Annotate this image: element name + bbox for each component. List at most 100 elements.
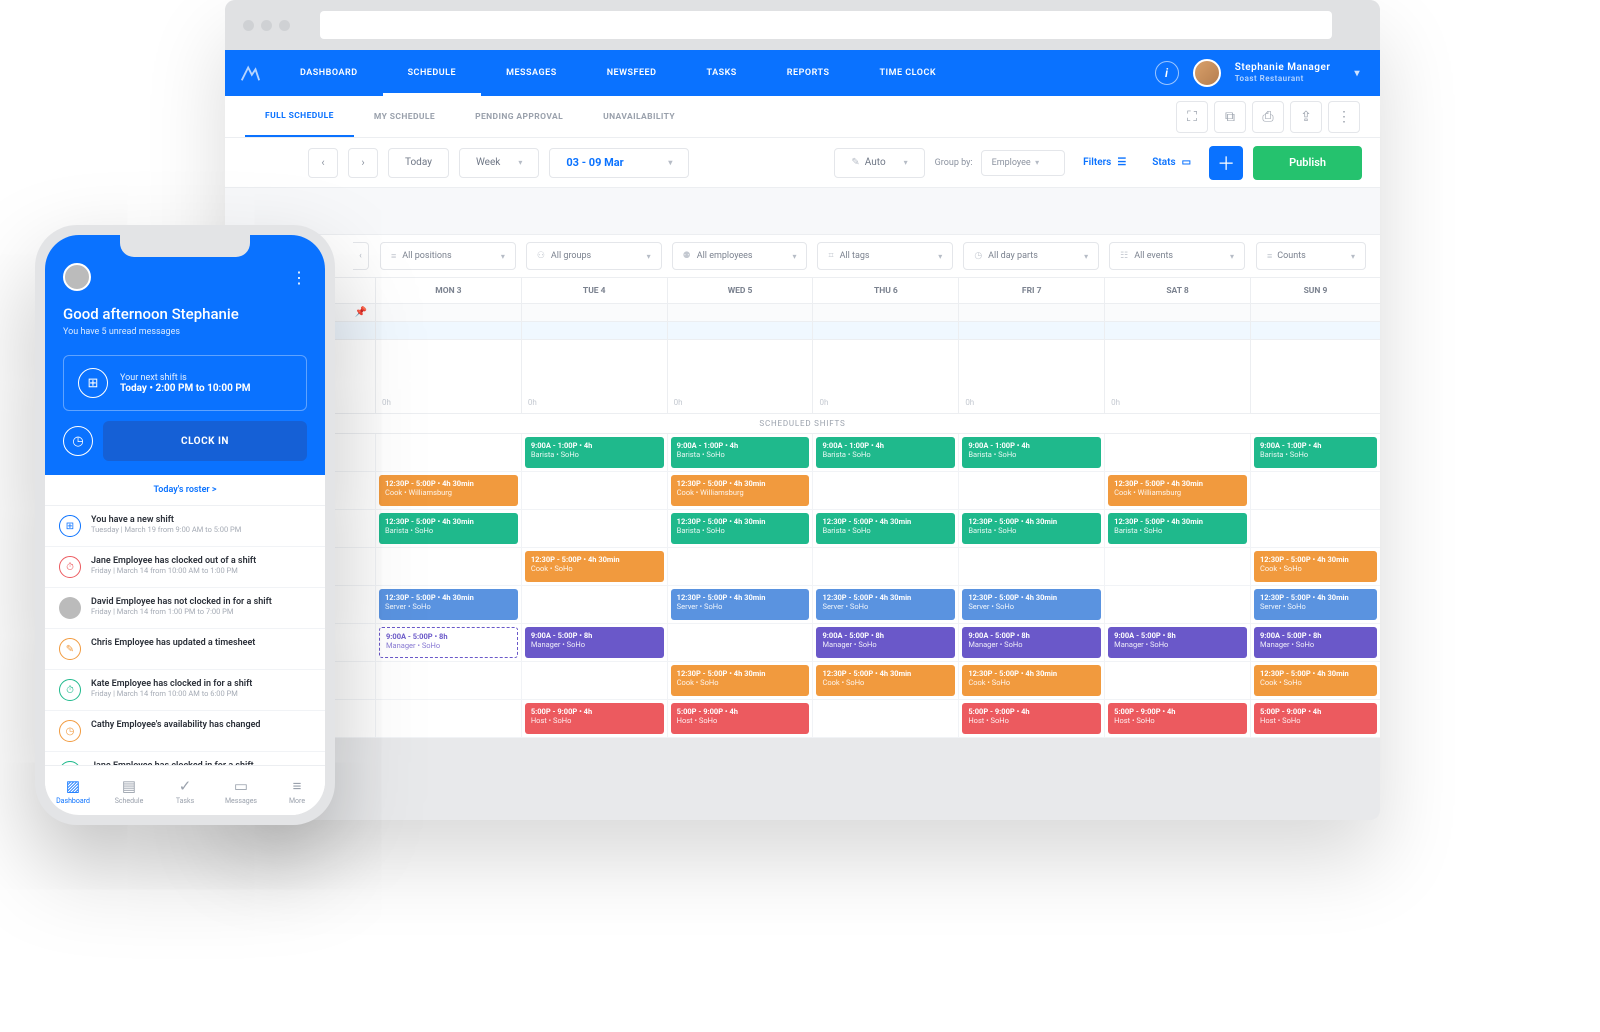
today-button[interactable]: Today: [388, 148, 449, 178]
feed-item[interactable]: David Employee has not clocked in for a …: [45, 588, 325, 629]
auto-select[interactable]: ✎Auto▾: [834, 148, 924, 178]
shift-block[interactable]: 12:30P - 5:00P • 4h 30minCook • SoHo: [1254, 551, 1377, 582]
date-range-picker[interactable]: 03 - 09 Mar▾: [549, 148, 689, 178]
feed-item[interactable]: ◷Cathy Employee's availability has chang…: [45, 711, 325, 752]
next-shift-label: Your next shift is: [120, 373, 251, 383]
shift-block[interactable]: 12:30P - 5:00P • 4h 30minCook • SoHo: [1254, 665, 1377, 696]
print-icon[interactable]: ⎙: [1252, 101, 1284, 133]
group-by-select[interactable]: Employee ▾: [981, 150, 1066, 176]
shift-block[interactable]: 9:00A - 5:00P • 8hManager • SoHo: [1108, 627, 1247, 658]
topnav-tab-reports[interactable]: REPORTS: [762, 50, 855, 96]
shift-block[interactable]: 9:00A - 5:00P • 8hManager • SoHo: [525, 627, 664, 658]
roster-link[interactable]: Today's roster >: [45, 475, 325, 506]
shift-block[interactable]: 12:30P - 5:00P • 4h 30minServer • SoHo: [962, 589, 1101, 620]
shift-block[interactable]: 9:00A - 1:00P • 4hBarista • SoHo: [671, 437, 810, 468]
shift-block[interactable]: 12:30P - 5:00P • 4h 30minCook • SoHo: [816, 665, 955, 696]
user-avatar[interactable]: [1193, 59, 1221, 87]
user-org: Toast Restaurant: [1235, 74, 1331, 84]
shift-block[interactable]: 12:30P - 5:00P • 4h 30minBarista • SoHo: [1108, 513, 1247, 544]
topnav-tab-tasks[interactable]: TASKS: [682, 50, 762, 96]
filter-all-employees[interactable]: ⚉All employees▾: [672, 242, 808, 270]
filter-all-tags[interactable]: ⌗All tags▾: [817, 242, 953, 270]
shift-block[interactable]: 5:00P - 9:00P • 4hHost • SoHo: [1254, 703, 1377, 734]
info-icon[interactable]: i: [1155, 61, 1179, 85]
publish-button[interactable]: Publish: [1253, 146, 1362, 180]
mobile-more-icon[interactable]: ⋮: [291, 268, 307, 287]
shift-block[interactable]: 12:30P - 5:00P • 4h 30minServer • SoHo: [1254, 589, 1377, 620]
clock-in-button[interactable]: CLOCK IN: [103, 421, 307, 461]
mobile-avatar[interactable]: [63, 263, 91, 291]
shift-block[interactable]: 12:30P - 5:00P • 4h 30minCook • Williams…: [1108, 475, 1247, 506]
feed-item[interactable]: ⊞You have a new shiftTuesday | March 19 …: [45, 506, 325, 547]
mobile-tab-dashboard[interactable]: ▨Dashboard: [45, 766, 101, 815]
prev-week-button[interactable]: ‹: [308, 148, 338, 178]
stats-button[interactable]: Stats▭: [1144, 157, 1199, 168]
subnav-tab-unavailability[interactable]: UNAVAILABILITY: [583, 96, 695, 137]
counts-select[interactable]: ≡Counts▾: [1256, 242, 1366, 270]
desktop-app-window: DASHBOARDSCHEDULEMESSAGESNEWSFEEDTASKSRE…: [225, 0, 1380, 820]
subnav-tab-full-schedule[interactable]: FULL SCHEDULE: [245, 96, 354, 137]
filter-all-day-parts[interactable]: ◷All day parts▾: [963, 242, 1099, 270]
day-header: SAT 8: [1104, 278, 1250, 303]
export-icon[interactable]: ⇪: [1290, 101, 1322, 133]
filter-all-events[interactable]: ☷All events▾: [1109, 242, 1245, 270]
feed-item[interactable]: ⏱Jane Employee has clocked out of a shif…: [45, 547, 325, 588]
shift-block[interactable]: 9:00A - 1:00P • 4hBarista • SoHo: [816, 437, 955, 468]
copy-icon[interactable]: ⧉: [1214, 101, 1246, 133]
topnav-tab-time-clock[interactable]: TIME CLOCK: [854, 50, 961, 96]
schedule-body: 📌 0h0h0h0h0h0h SCHEDULED SHIFTS 9:00A - …: [225, 304, 1380, 738]
mobile-tab-tasks[interactable]: ✓Tasks: [157, 766, 213, 815]
shift-block[interactable]: 5:00P - 9:00P • 4hHost • SoHo: [1108, 703, 1247, 734]
subnav-tab-pending-approval[interactable]: PENDING APPROVAL: [455, 96, 583, 137]
shift-block[interactable]: 5:00P - 9:00P • 4hHost • SoHo: [962, 703, 1101, 734]
feed-item[interactable]: ⏱Kate Employee has clocked in for a shif…: [45, 670, 325, 711]
topnav-tab-schedule[interactable]: SCHEDULE: [383, 50, 482, 96]
shift-block[interactable]: 5:00P - 9:00P • 4hHost • SoHo: [525, 703, 664, 734]
shift-block[interactable]: 9:00A - 5:00P • 8hManager • SoHo: [379, 627, 518, 658]
shift-block[interactable]: 12:30P - 5:00P • 4h 30minServer • SoHo: [671, 589, 810, 620]
shift-block[interactable]: 12:30P - 5:00P • 4h 30minBarista • SoHo: [671, 513, 810, 544]
add-shift-button[interactable]: ＋: [1209, 146, 1243, 180]
shift-block[interactable]: 12:30P - 5:00P • 4h 30minCook • SoHo: [962, 665, 1101, 696]
chevron-down-icon[interactable]: ▾: [1354, 68, 1360, 79]
mobile-tab-schedule[interactable]: ▤Schedule: [101, 766, 157, 815]
subnav-tab-my-schedule[interactable]: MY SCHEDULE: [354, 96, 455, 137]
address-bar[interactable]: [320, 11, 1332, 39]
shift-block[interactable]: 9:00A - 1:00P • 4hBarista • SoHo: [962, 437, 1101, 468]
shift-block[interactable]: 9:00A - 1:00P • 4hBarista • SoHo: [525, 437, 664, 468]
shift-row: 9:00A - 5:00P • 8hManager • SoHo9:00A - …: [225, 624, 1380, 662]
filters-button[interactable]: Filters☰: [1075, 157, 1134, 168]
filter-all-positions[interactable]: ≡All positions▾: [380, 242, 516, 270]
topnav-tab-messages[interactable]: MESSAGES: [481, 50, 582, 96]
collapse-left-button[interactable]: ‹: [353, 242, 369, 270]
traffic-lights: [243, 20, 290, 31]
shift-block[interactable]: 5:00P - 9:00P • 4hHost • SoHo: [671, 703, 810, 734]
shift-block[interactable]: 12:30P - 5:00P • 4h 30minCook • Williams…: [671, 475, 810, 506]
shift-block[interactable]: 9:00A - 5:00P • 8hManager • SoHo: [1254, 627, 1377, 658]
shift-block[interactable]: 12:30P - 5:00P • 4h 30minCook • SoHo: [525, 551, 664, 582]
feed-item[interactable]: ✎Chris Employee has updated a timesheet: [45, 629, 325, 670]
more-icon[interactable]: ⋮: [1328, 101, 1360, 133]
shift-block[interactable]: 9:00A - 1:00P • 4hBarista • SoHo: [1254, 437, 1377, 468]
shift-block[interactable]: 12:30P - 5:00P • 4h 30minBarista • SoHo: [379, 513, 518, 544]
shift-block[interactable]: 12:30P - 5:00P • 4h 30minServer • SoHo: [379, 589, 518, 620]
group-by-label: Group by:: [935, 158, 973, 168]
shift-block[interactable]: 9:00A - 5:00P • 8hManager • SoHo: [816, 627, 955, 658]
fullscreen-icon[interactable]: ⛶: [1176, 101, 1208, 133]
topnav-tab-dashboard[interactable]: DASHBOARD: [275, 50, 383, 96]
filters-row: ‹ ≡All positions▾ ⚇All groups▾ ⚉All employ…: [225, 234, 1380, 278]
filter-all-groups[interactable]: ⚇All groups▾: [526, 242, 662, 270]
next-week-button[interactable]: ›: [348, 148, 378, 178]
period-select[interactable]: Week▾: [459, 148, 539, 178]
shift-block[interactable]: 12:30P - 5:00P • 4h 30minCook • SoHo: [671, 665, 810, 696]
mobile-tab-more[interactable]: ≡More: [269, 766, 325, 815]
user-menu[interactable]: Stephanie Manager Toast Restaurant: [1235, 62, 1331, 84]
topnav-tab-newsfeed[interactable]: NEWSFEED: [582, 50, 682, 96]
shift-block[interactable]: 12:30P - 5:00P • 4h 30minServer • SoHo: [816, 589, 955, 620]
shift-block[interactable]: 12:30P - 5:00P • 4h 30minBarista • SoHo: [816, 513, 955, 544]
shift-block[interactable]: 12:30P - 5:00P • 4h 30minCook • Williams…: [379, 475, 518, 506]
next-shift-card[interactable]: ⊞ Your next shift is Today • 2:00 PM to …: [63, 355, 307, 411]
mobile-tab-messages[interactable]: ▭Messages: [213, 766, 269, 815]
shift-block[interactable]: 9:00A - 5:00P • 8hManager • SoHo: [962, 627, 1101, 658]
shift-block[interactable]: 12:30P - 5:00P • 4h 30minBarista • SoHo: [962, 513, 1101, 544]
